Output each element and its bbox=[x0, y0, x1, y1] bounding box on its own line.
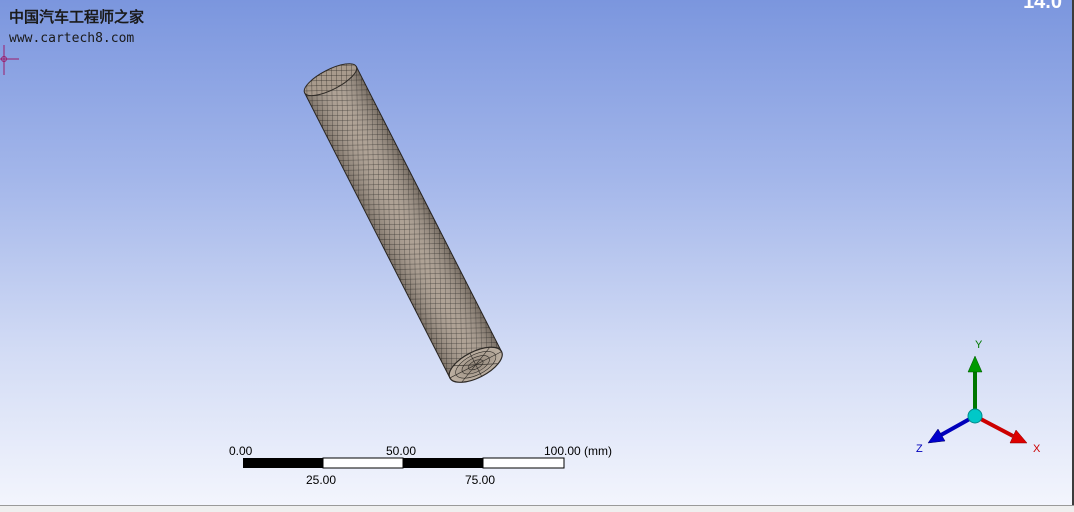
viewport-bottom-strip bbox=[0, 505, 1074, 512]
graphics-viewport[interactable]: 中国汽车工程师之家 www.cartech8.com 14.0 0.00 50.… bbox=[0, 0, 1072, 505]
scale-label-75: 75.00 bbox=[465, 473, 495, 487]
triad-z-label: Z bbox=[916, 443, 923, 455]
scale-label-25: 25.00 bbox=[306, 473, 336, 487]
meshed-cylinder[interactable] bbox=[300, 58, 507, 390]
triad-icon[interactable]: Y X Z bbox=[916, 339, 1041, 455]
origin-marker-icon bbox=[0, 45, 19, 75]
scale-label-0: 0.00 bbox=[229, 444, 253, 458]
scale-label-50: 50.00 bbox=[386, 444, 416, 458]
scale-label-100: 100.00 (mm) bbox=[544, 444, 612, 458]
triad-y-label: Y bbox=[975, 339, 983, 351]
triad-x-label: X bbox=[1033, 443, 1041, 455]
scale-bar: 0.00 50.00 100.00 (mm) 25.00 75.00 bbox=[229, 444, 612, 487]
